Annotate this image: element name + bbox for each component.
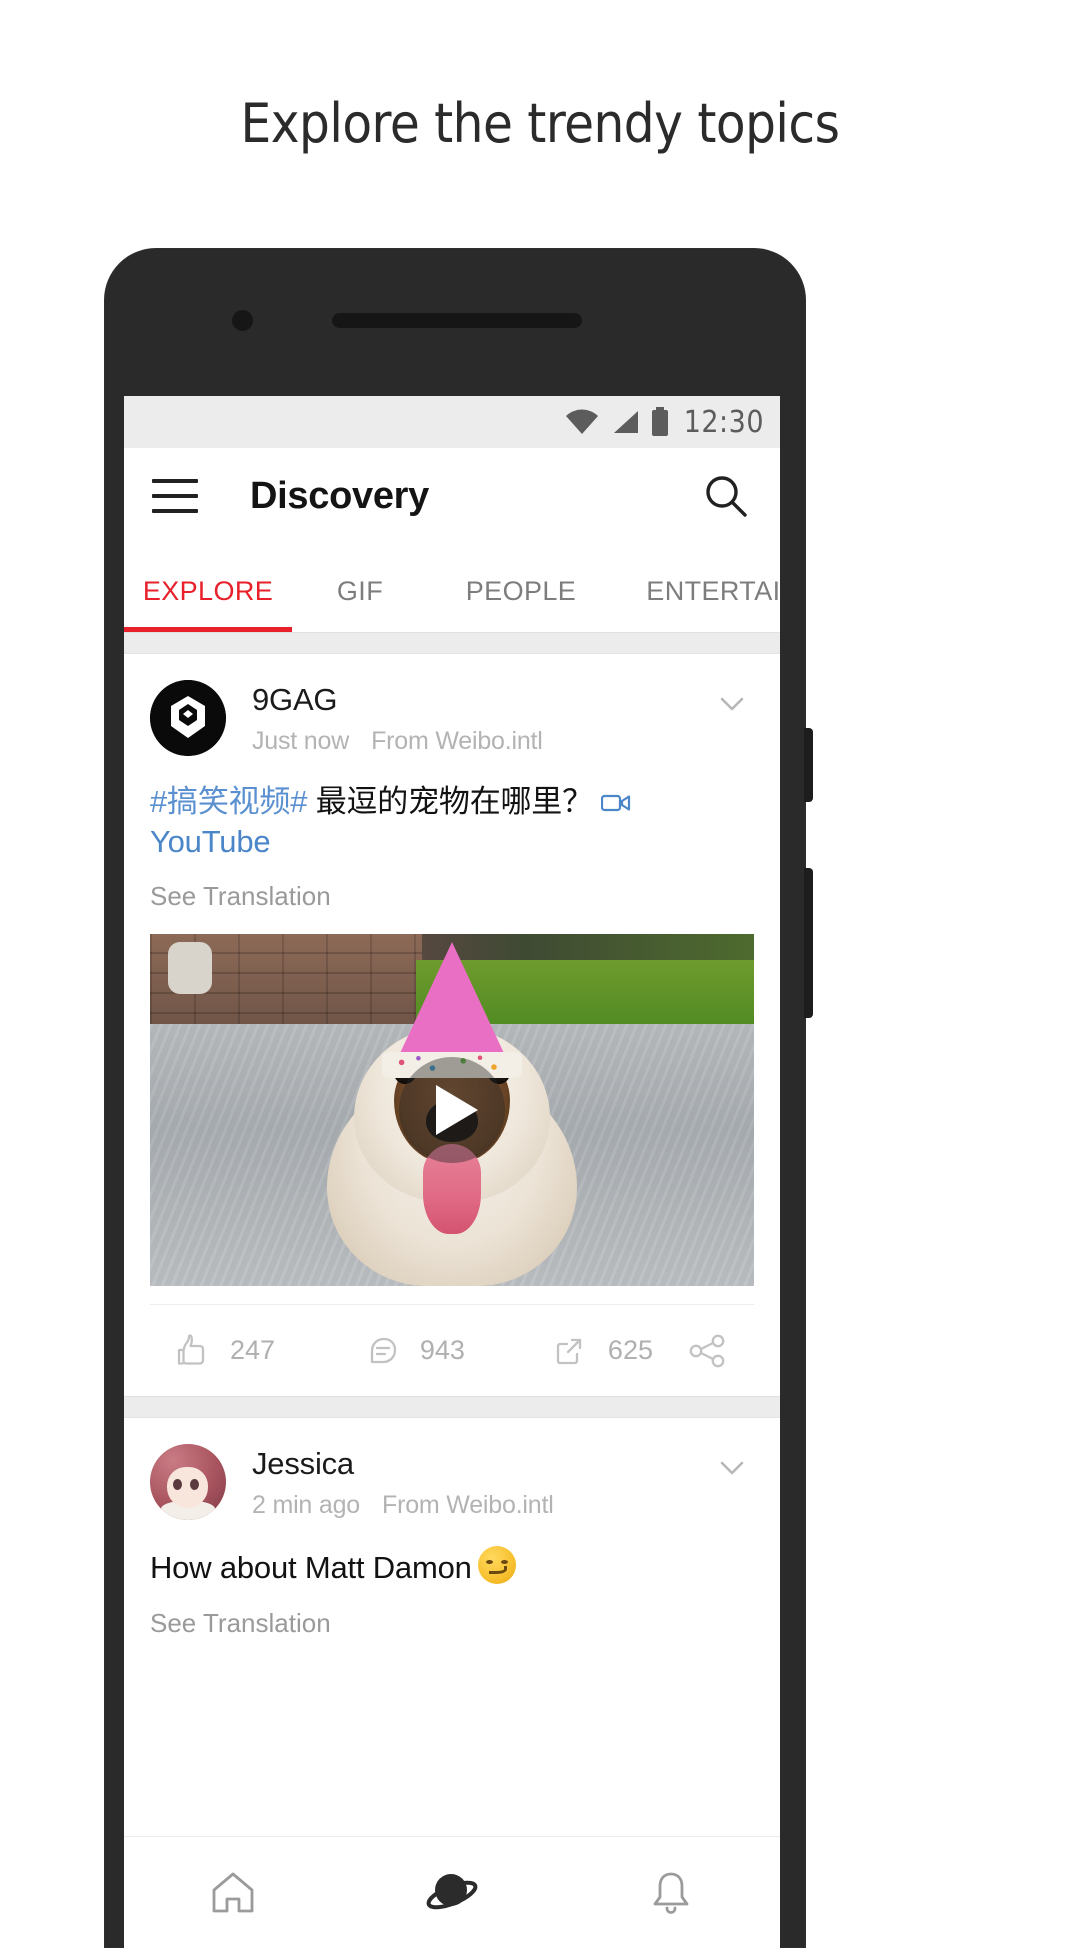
discover-planet-icon [426,1873,478,1909]
media-background-leg [168,942,212,995]
volume-button[interactable] [804,868,813,1018]
active-tab-indicator [124,627,292,632]
post-header: 9GAG Just now From Weibo.intl [150,654,754,756]
like-button[interactable]: 247 [150,1332,338,1370]
post-subtitle: 2 min ago From Weibo.intl [252,1491,754,1520]
media-party-hat [394,942,510,1067]
post-source: From Weibo.intl [382,1491,554,1520]
feed-post: Jessica 2 min ago From Weibo.intl How abo… [124,1418,780,1640]
app-title: Discovery [250,474,429,517]
post-author[interactable]: Jessica [252,1446,754,1482]
signal-icon [613,411,638,433]
thumbs-up-icon [177,1334,205,1365]
share-button[interactable] [686,1330,754,1372]
play-icon[interactable] [399,1057,505,1164]
chevron-down-icon[interactable] [710,1446,754,1490]
notifications-bell-icon [653,1872,689,1914]
post-author[interactable]: 9GAG [252,682,754,718]
avatar[interactable] [150,1444,226,1521]
see-translation-link[interactable]: See Translation [150,881,754,912]
post-text: How about Matt Damon [150,1546,754,1588]
avatar-image-eye-left [172,1479,182,1491]
hamburger-menu-icon[interactable] [152,479,198,513]
smirking-face-emoji [477,1546,516,1585]
post-text: #搞笑视频# 最逗的宠物在哪里？ YouTube [150,782,754,861]
video-camera-icon [601,794,631,812]
avatar[interactable] [150,680,226,756]
status-bar-time: 12:30 [683,404,764,440]
feed-fade-overlay [124,1810,780,1836]
chevron-down-icon[interactable] [710,682,754,726]
battery-icon [651,407,668,436]
tab-people[interactable]: PEOPLE [428,550,614,632]
wifi-icon [565,409,598,434]
post-link-label: YouTube [150,823,271,859]
nav-item-home[interactable] [124,1837,343,1948]
post-hashtag[interactable]: #搞笑视频# [150,784,307,819]
comment-count: 943 [419,1335,465,1366]
see-translation-link[interactable]: See Translation [150,1608,754,1639]
tab-gif[interactable]: GIF [292,550,428,632]
phone-device-frame: 12:30 Discovery EXPLORE GIF PEOPLE ENTER… [104,248,813,1948]
front-camera [232,310,253,331]
tab-explore[interactable]: EXPLORE [124,550,292,632]
repost-count: 625 [607,1335,653,1366]
feed-post: 9GAG Just now From Weibo.intl #搞笑视频# 最逗的宠… [124,654,780,1397]
post-time: 2 min ago [252,1491,360,1520]
nav-item-discover[interactable] [343,1837,562,1948]
feed-list: 9GAG Just now From Weibo.intl #搞笑视频# 最逗的宠… [124,654,780,1640]
post-source: From Weibo.intl [371,727,543,755]
app-bar: Discovery [124,448,780,544]
comment-icon [370,1337,397,1363]
share-icon [689,1334,725,1368]
post-subtitle: Just now From Weibo.intl [252,727,754,756]
post-action-bar: 247 943 625 [150,1304,754,1396]
tab-bar: EXPLORE GIF PEOPLE ENTERTAINME [124,544,780,632]
post-separator [124,1396,780,1419]
post-meta: 9GAG Just now From Weibo.intl [252,680,754,756]
play-triangle [436,1085,478,1136]
power-button[interactable] [804,728,813,802]
feed-separator [124,632,780,654]
avatar-image-eye-right [189,1479,199,1491]
nav-item-notifications[interactable] [561,1837,780,1948]
repost-button[interactable]: 625 [526,1332,686,1370]
search-icon[interactable] [698,468,754,524]
post-time: Just now [252,727,350,755]
post-body: How about Matt Damon [150,1550,472,1586]
tab-entertainment[interactable]: ENTERTAINME [614,550,780,632]
phone-screen: 12:30 Discovery EXPLORE GIF PEOPLE ENTER… [124,396,780,1948]
post-body: 最逗的宠物在哪里？ [315,784,593,819]
post-media-video[interactable] [150,934,754,1287]
post-header: Jessica 2 min ago From Weibo.intl [150,1418,754,1521]
bottom-navigation-bar [124,1836,780,1948]
status-bar: 12:30 [124,396,780,448]
home-icon [212,1872,254,1912]
like-count: 247 [230,1335,276,1366]
repost-icon [556,1338,582,1364]
comment-button[interactable]: 943 [338,1332,526,1370]
earpiece-speaker [332,313,582,328]
post-meta: Jessica 2 min ago From Weibo.intl [252,1444,754,1520]
page-title: Explore the trendy topics [240,92,840,155]
